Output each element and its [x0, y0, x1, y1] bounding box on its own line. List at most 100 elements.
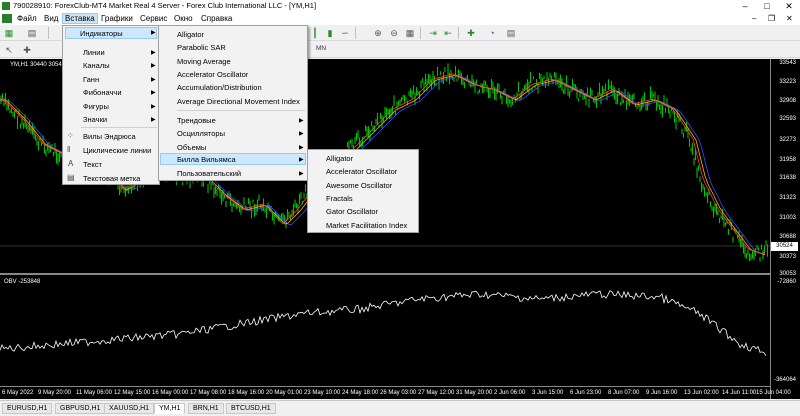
current-price-label: 30524	[771, 242, 798, 251]
time-label: 15 Jun 04:00	[756, 390, 791, 396]
time-axis[interactable]: 6 May 2022 9 May 20:00 11 May 06:00 12 M…	[0, 386, 791, 399]
subwindow-separator[interactable]	[0, 273, 770, 275]
insert-menu-indicators[interactable]: Индикаторы	[65, 27, 157, 39]
bw-alligator[interactable]: Alligator	[326, 154, 353, 163]
chart-tabs: EURUSD,H1 GBPUSD,H1 XAUUSD,H1 YM,H1 BRN,…	[0, 400, 800, 416]
templates-icon[interactable]: ▤	[506, 28, 516, 38]
line-chart-icon[interactable]: ∽	[340, 28, 350, 38]
tab-ym[interactable]: YM,H1	[154, 403, 186, 414]
time-label: 6 May 2022	[2, 390, 34, 396]
bw-gator-oscillator[interactable]: Gator Oscillator	[326, 207, 378, 216]
indicators-menu: Alligator Parabolic SAR Moving Average A…	[158, 25, 308, 181]
periods-icon[interactable]: ◔	[487, 28, 497, 38]
cursor-icon[interactable]: ↖	[4, 45, 14, 55]
time-label: 27 May 12:00	[418, 390, 455, 396]
time-label: 17 May 08:00	[190, 390, 227, 396]
indicators-oscillators[interactable]: Осцилляторы	[177, 129, 225, 138]
candles-icon[interactable]: ▮	[325, 28, 335, 38]
time-label: 8 Jun 07:00	[608, 390, 640, 396]
title-bar: 790028910: ForexClub-MT4 Market Real 4 S…	[0, 0, 800, 12]
close-icon[interactable]: ✕	[778, 0, 800, 12]
chart-window-icon	[2, 14, 12, 23]
indicators-custom[interactable]: Пользовательский	[177, 169, 241, 178]
bw-market-facilitation-index[interactable]: Market Facilitation Index	[326, 221, 407, 230]
tab-eurusd[interactable]: EURUSD,H1	[2, 403, 53, 414]
andrews-pitchfork-icon: ⁘	[67, 131, 74, 140]
obv-scale-bottom: -364064	[773, 377, 796, 383]
tile-windows-icon[interactable]: ▦	[405, 28, 415, 38]
time-label: 20 May 01:00	[266, 390, 303, 396]
menu-window[interactable]: Окно	[174, 14, 193, 23]
insert-menu-text[interactable]: Текст	[83, 160, 102, 169]
bw-accelerator-oscillator[interactable]: Accelerator Oscillator	[326, 167, 397, 176]
indicator-parabolic-sar[interactable]: Parabolic SAR	[177, 43, 226, 52]
zoom-out-icon[interactable]: ⊖	[389, 28, 399, 38]
price-label: 30053	[779, 271, 796, 277]
price-label: 31958	[779, 157, 796, 163]
indicator-accelerator-oscillator[interactable]: Accelerator Oscillator	[177, 70, 248, 79]
maximize-icon[interactable]: □	[756, 0, 778, 12]
menu-file[interactable]: Файл	[17, 14, 37, 23]
price-label: 31638	[779, 175, 796, 181]
zoom-in-icon[interactable]: ⊕	[373, 28, 383, 38]
menu-help[interactable]: Справка	[201, 14, 232, 23]
indicator-accumulation-distribution[interactable]: Accumulation/Distribution	[177, 83, 262, 92]
bw-fractals[interactable]: Fractals	[326, 194, 353, 203]
tab-brn[interactable]: BRN,H1	[188, 403, 224, 414]
tab-gbpusd[interactable]: GBPUSD,H1	[55, 403, 106, 414]
insert-menu-cycle-lines[interactable]: Циклические линии	[83, 146, 151, 155]
insert-menu-fibonacci[interactable]: Фибоначчи	[83, 88, 122, 97]
chart-shift-icon[interactable]: ⇤	[443, 28, 453, 38]
menu-charts[interactable]: Графики	[101, 14, 133, 23]
crosshair-icon[interactable]: ✚	[22, 45, 32, 55]
insert-menu-arrows[interactable]: Значки	[83, 115, 107, 124]
new-chart-icon[interactable]: ▦	[4, 28, 14, 38]
time-label: 9 May 20:00	[38, 390, 72, 396]
time-label: 3 Jun 15:00	[532, 390, 564, 396]
window-title: 790028910: ForexClub-MT4 Market Real 4 S…	[13, 1, 317, 10]
tab-btcusd[interactable]: BTCUSD,H1	[226, 403, 276, 414]
price-label: 32593	[779, 116, 796, 122]
tab-xauusd[interactable]: XAUUSD,H1	[104, 403, 155, 414]
insert-menu-lines[interactable]: Линии	[83, 48, 105, 57]
insert-menu-channels[interactable]: Каналы	[83, 61, 110, 70]
mdi-restore-icon[interactable]: ❐	[768, 14, 775, 23]
insert-menu-andrews-pitchfork[interactable]: Вилы Эндрюса	[83, 132, 136, 141]
indicators-icon[interactable]: ✚	[466, 28, 476, 38]
menu-view[interactable]: Вид	[44, 14, 58, 23]
price-label: 32908	[779, 98, 796, 104]
time-label: 13 Jun 02:00	[684, 390, 719, 396]
cycle-lines-icon: ‖	[67, 145, 71, 154]
text-icon: A	[68, 159, 74, 168]
price-label: 30373	[779, 254, 796, 260]
bar-chart-icon[interactable]: ┃	[310, 28, 320, 38]
indicator-adx[interactable]: Average Directional Movement Index	[177, 97, 300, 106]
menu-tools[interactable]: Сервис	[140, 14, 167, 23]
indicator-moving-average[interactable]: Moving Average	[177, 57, 231, 66]
mdi-close-icon[interactable]: ✕	[786, 14, 793, 23]
time-label: 11 May 06:00	[76, 390, 112, 396]
price-label: 32273	[779, 137, 796, 143]
indicators-trend[interactable]: Трендовые	[177, 116, 216, 125]
indicators-volumes[interactable]: Объемы	[177, 143, 206, 152]
app-icon	[2, 2, 10, 10]
indicator-alligator[interactable]: Alligator	[177, 30, 204, 39]
price-scale[interactable]: 33543 33223 32908 32593 32273 31958 3163…	[770, 59, 800, 399]
time-label: 2 Jun 06:00	[494, 390, 526, 396]
timeframe-mn[interactable]: MN	[316, 45, 326, 52]
profiles-icon[interactable]: ▤	[27, 28, 37, 38]
obv-label: OBV -253848	[4, 279, 41, 285]
bw-awesome-oscillator[interactable]: Awesome Oscillator	[326, 181, 392, 190]
mdi-minimize-icon[interactable]: –	[752, 14, 756, 23]
minimize-icon[interactable]: –	[734, 0, 756, 12]
price-label: 31003	[779, 215, 796, 221]
insert-menu-text-label[interactable]: Текстовая метка	[83, 174, 140, 183]
time-label: 31 May 20:00	[456, 390, 493, 396]
indicators-bill-williams[interactable]: Билла Вильямса	[160, 153, 306, 165]
time-label: 23 May 10:00	[304, 390, 341, 396]
menu-insert[interactable]: Вставка	[62, 13, 98, 24]
insert-menu-shapes[interactable]: Фигуры	[83, 102, 109, 111]
time-label: 14 Jun 11:00	[722, 390, 757, 396]
insert-menu-gann[interactable]: Ганн	[83, 75, 99, 84]
autoscroll-icon[interactable]: ⇥	[428, 28, 438, 38]
